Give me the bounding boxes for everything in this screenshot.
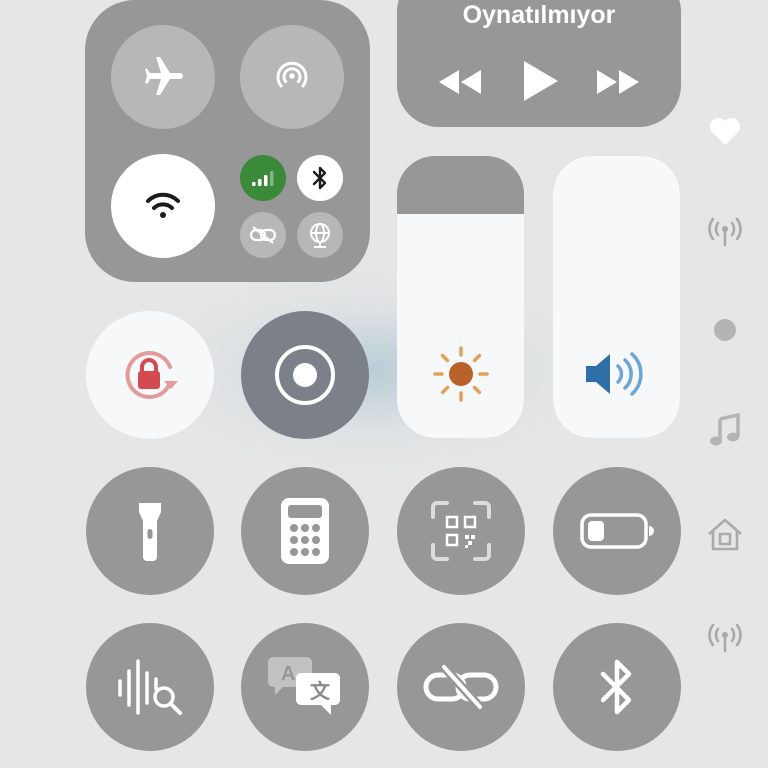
orientation-lock-toggle[interactable] [86,311,214,439]
link-off-icon [423,663,499,711]
forward-icon [597,70,639,94]
globe-icon [310,223,330,248]
brightness-slider[interactable] [397,156,524,438]
hotspot-button[interactable] [397,623,525,751]
flashlight-button[interactable] [86,467,214,595]
translate-icon: A 文 [268,657,340,715]
low-power-mode-toggle[interactable] [553,467,681,595]
code-scanner-button[interactable] [397,467,525,595]
cellular-data-toggle[interactable] [240,155,286,201]
speaker-icon [585,352,643,396]
antenna-icon[interactable] [705,212,745,252]
airdrop-icon [276,61,308,89]
airdrop-toggle[interactable] [240,25,344,129]
record-icon [275,345,335,405]
battery-icon [580,513,654,549]
wifi-icon [146,192,180,218]
lock-rotation-icon [125,351,178,399]
heart-icon[interactable] [705,111,745,151]
volume-slider[interactable] [553,156,680,438]
previous-button[interactable] [435,62,485,102]
home-icon[interactable] [705,514,745,554]
wifi-toggle[interactable] [111,154,215,258]
bluetooth-icon [600,659,632,715]
airplane-mode-toggle[interactable] [111,25,215,129]
dot-icon[interactable] [705,310,745,350]
sun-icon [432,346,489,402]
calculator-button[interactable] [241,467,369,595]
calculator-icon [281,498,329,564]
now-playing-title: Oynatılmıyor [462,1,616,29]
backward-icon [439,70,481,94]
music-note-icon[interactable] [705,410,745,450]
bluetooth-button[interactable] [553,623,681,751]
qr-scanner-icon [431,501,491,561]
bluetooth-toggle[interactable] [297,155,343,201]
now-playing-module: Oynatılmıyor [397,0,681,127]
translate-button[interactable]: A 文 [241,623,369,751]
svg-text:文: 文 [310,679,331,703]
screen-recording-toggle[interactable] [241,311,369,439]
antenna-icon[interactable] [705,618,745,658]
play-button[interactable] [515,55,565,107]
brightness-fill [397,214,524,438]
next-button[interactable] [593,62,643,102]
play-icon [524,61,558,101]
bluetooth-icon [312,166,327,190]
svg-text:A: A [281,663,295,685]
sound-recognition-icon [118,659,182,715]
connectivity-module [85,0,370,282]
airplane-icon [145,57,183,95]
hotspot-toggle[interactable] [240,212,286,258]
vpn-toggle[interactable] [297,212,343,258]
cellular-bars-icon [252,171,274,186]
music-recognition-button[interactable] [86,623,214,751]
link-icon [249,226,277,244]
flashlight-icon [139,503,161,561]
